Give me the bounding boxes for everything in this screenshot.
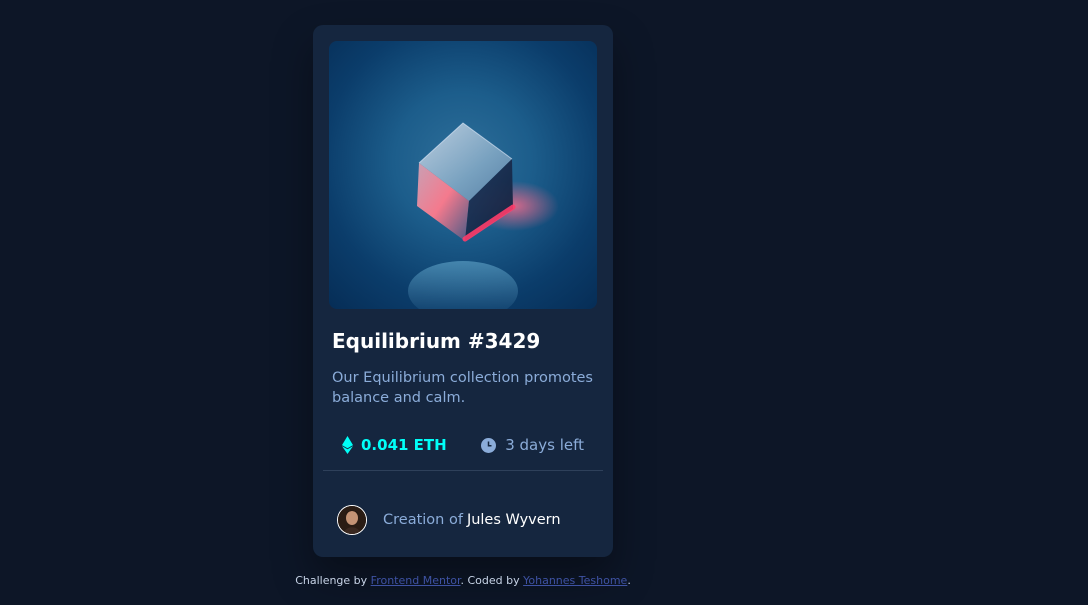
attribution: Challenge by Frontend Mentor. Coded by Y… (0, 574, 926, 587)
nft-image[interactable] (329, 41, 597, 309)
cube-reflection (408, 261, 518, 309)
clock-icon (481, 437, 497, 453)
attribution-suffix: . (627, 574, 631, 587)
creator: Creation of Jules Wyvern (337, 504, 561, 536)
avatar (337, 505, 367, 535)
price-value: 0.041 ETH (361, 436, 447, 454)
attribution-middle: . Coded by (460, 574, 520, 587)
nft-stats: 0.041 ETH 3 days left (332, 433, 594, 457)
author-link[interactable]: Yohannes Teshome (523, 574, 627, 587)
creator-name[interactable]: Jules Wyvern (467, 512, 561, 528)
attribution-prefix: Challenge by (295, 574, 368, 587)
price: 0.041 ETH (342, 433, 447, 457)
ethereum-icon (342, 436, 353, 454)
page: Equilibrium #3429 Our Equilibrium collec… (0, 0, 1088, 605)
card-divider (323, 470, 603, 471)
time-left-value: 3 days left (505, 436, 584, 454)
frontend-mentor-link[interactable]: Frontend Mentor (371, 574, 461, 587)
nft-title[interactable]: Equilibrium #3429 (332, 329, 594, 353)
time-left: 3 days left (481, 433, 584, 457)
nft-description: Our Equilibrium collection promotes bala… (332, 370, 593, 406)
creator-prefix: Creation of (383, 512, 463, 528)
nft-card: Equilibrium #3429 Our Equilibrium collec… (313, 25, 613, 557)
